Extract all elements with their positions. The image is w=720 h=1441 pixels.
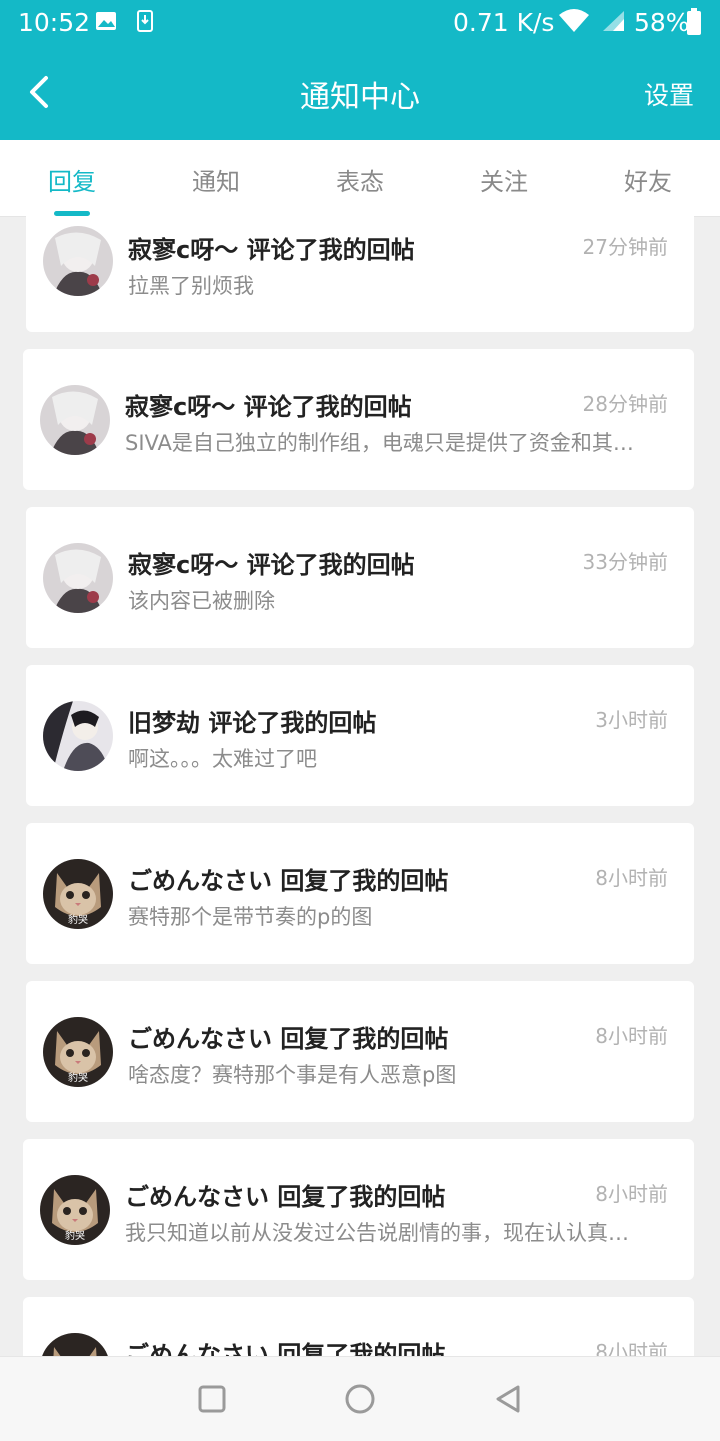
crying-cat-avatar[interactable]: 豹哭: [40, 1175, 110, 1245]
notification-content: 拉黑了别烦我: [128, 274, 254, 298]
notification-content: 该内容已被删除: [128, 589, 275, 613]
notification-time: 27分钟前: [582, 235, 668, 259]
notification-card[interactable]: 寂寥c呀～ 评论了我的回帖 27分钟前 拉黑了别烦我: [26, 216, 694, 332]
home-circle-icon[interactable]: [340, 1379, 380, 1419]
tab-active-indicator: [54, 211, 90, 216]
notification-list[interactable]: 寂寥c呀～ 评论了我的回帖 27分钟前 拉黑了别烦我 寂寥c呀～ 评论了我的回帖…: [0, 216, 720, 1356]
notification-action: 评论了我的回帖: [246, 551, 415, 579]
crying-cat-avatar[interactable]: 豹哭: [43, 859, 113, 929]
notification-action: 回复了我的回帖: [280, 1025, 449, 1053]
notification-time: 8小时前: [595, 1340, 668, 1356]
avatar-caption: 豹哭: [68, 1071, 88, 1084]
status-time: 10:52: [18, 8, 91, 37]
notification-card[interactable]: 寂寥c呀～ 评论了我的回帖 33分钟前 该内容已被删除: [26, 507, 694, 648]
wifi-icon: [557, 9, 591, 32]
crying-cat-avatar[interactable]: 豹哭: [43, 1017, 113, 1087]
download-icon: [134, 10, 156, 32]
avatar-caption: 豹哭: [68, 913, 88, 926]
notification-action: 回复了我的回帖: [280, 867, 449, 895]
notification-time: 8小时前: [595, 1182, 668, 1206]
header-bar: 通知中心 设置: [0, 48, 720, 140]
notification-time: 3小时前: [595, 708, 668, 732]
notification-card[interactable]: 豹哭 ごめんなさい 回复了我的回帖 8小时前 我只知道以前从没发过公告说剧情的事…: [23, 1139, 694, 1280]
notification-user[interactable]: ごめんなさい: [125, 1341, 269, 1356]
notification-action: 评论了我的回帖: [208, 709, 377, 737]
notification-card[interactable]: 豹哭 ごめんなさい 回复了我的回帖 8小时前 啥态度？赛特那个事是有人恶意p图: [26, 981, 694, 1122]
crying-cat-avatar[interactable]: 豹哭: [40, 1333, 110, 1356]
notification-action: 回复了我的回帖: [277, 1341, 446, 1356]
tab-bar: 回复 通知 表态 关注 好友: [0, 140, 720, 217]
notification-user[interactable]: 寂寥c呀～: [128, 551, 238, 579]
notification-time: 8小时前: [595, 1024, 668, 1048]
white-hair-avatar[interactable]: [43, 543, 113, 613]
notification-content: 啊这。。。太难过了吧: [128, 747, 317, 771]
system-nav-bar: [0, 1356, 720, 1441]
notification-card[interactable]: 旧梦劫 评论了我的回帖 3小时前 啊这。。。太难过了吧: [26, 665, 694, 806]
notification-time: 33分钟前: [582, 550, 668, 574]
dark-hair-avatar[interactable]: [43, 701, 113, 771]
notification-user[interactable]: ごめんなさい: [128, 867, 272, 895]
notification-action: 回复了我的回帖: [277, 1183, 446, 1211]
notification-time: 8小时前: [595, 866, 668, 890]
notification-user[interactable]: ごめんなさい: [125, 1183, 269, 1211]
signal-icon: [597, 10, 625, 32]
notification-content: 赛特那个是带节奏的p的图: [128, 905, 373, 929]
tab-friends[interactable]: 好友: [624, 162, 672, 197]
notification-card[interactable]: 豹哭 ごめんなさい 回复了我的回帖 8小时前 赛特那个是带节奏的p的图: [26, 823, 694, 964]
back-triangle-icon[interactable]: [488, 1379, 528, 1419]
notification-user[interactable]: ごめんなさい: [128, 1025, 272, 1053]
battery-percent: 58%: [634, 8, 690, 37]
settings-button[interactable]: 设置: [644, 76, 694, 112]
notification-content: SIVA是自己独立的制作组，电魂只是提供了资金和其…: [125, 431, 634, 455]
image-icon: [95, 10, 117, 32]
net-speed: 0.71 K/s: [453, 8, 555, 37]
avatar-caption: 豹哭: [65, 1229, 85, 1242]
recents-square-icon[interactable]: [192, 1379, 232, 1419]
notification-content: 我只知道以前从没发过公告说剧情的事，现在认认真…: [125, 1221, 629, 1245]
tab-reply[interactable]: 回复: [48, 162, 96, 197]
notification-action: 评论了我的回帖: [246, 236, 415, 264]
status-bar: 10:52 0.71 K/s 58%: [0, 0, 720, 48]
notification-user[interactable]: 旧梦劫: [128, 709, 200, 737]
notification-time: 28分钟前: [582, 392, 668, 416]
white-hair-avatar[interactable]: [43, 226, 113, 296]
notification-user[interactable]: 寂寥c呀～: [125, 393, 235, 421]
battery-icon: [687, 8, 701, 35]
notification-content: 啥态度？赛特那个事是有人恶意p图: [128, 1063, 457, 1087]
notification-action: 评论了我的回帖: [243, 393, 412, 421]
page-title: 通知中心: [300, 80, 420, 115]
tab-reaction[interactable]: 表态: [336, 162, 384, 197]
notification-user[interactable]: 寂寥c呀～: [128, 236, 238, 264]
tab-notice[interactable]: 通知: [192, 162, 240, 197]
white-hair-avatar[interactable]: [40, 385, 110, 455]
notification-card[interactable]: 寂寥c呀～ 评论了我的回帖 28分钟前 SIVA是自己独立的制作组，电魂只是提供…: [23, 349, 694, 490]
tab-follow[interactable]: 关注: [480, 162, 528, 197]
notification-card[interactable]: 豹哭 ごめんなさい 回复了我的回帖 8小时前: [23, 1297, 694, 1356]
